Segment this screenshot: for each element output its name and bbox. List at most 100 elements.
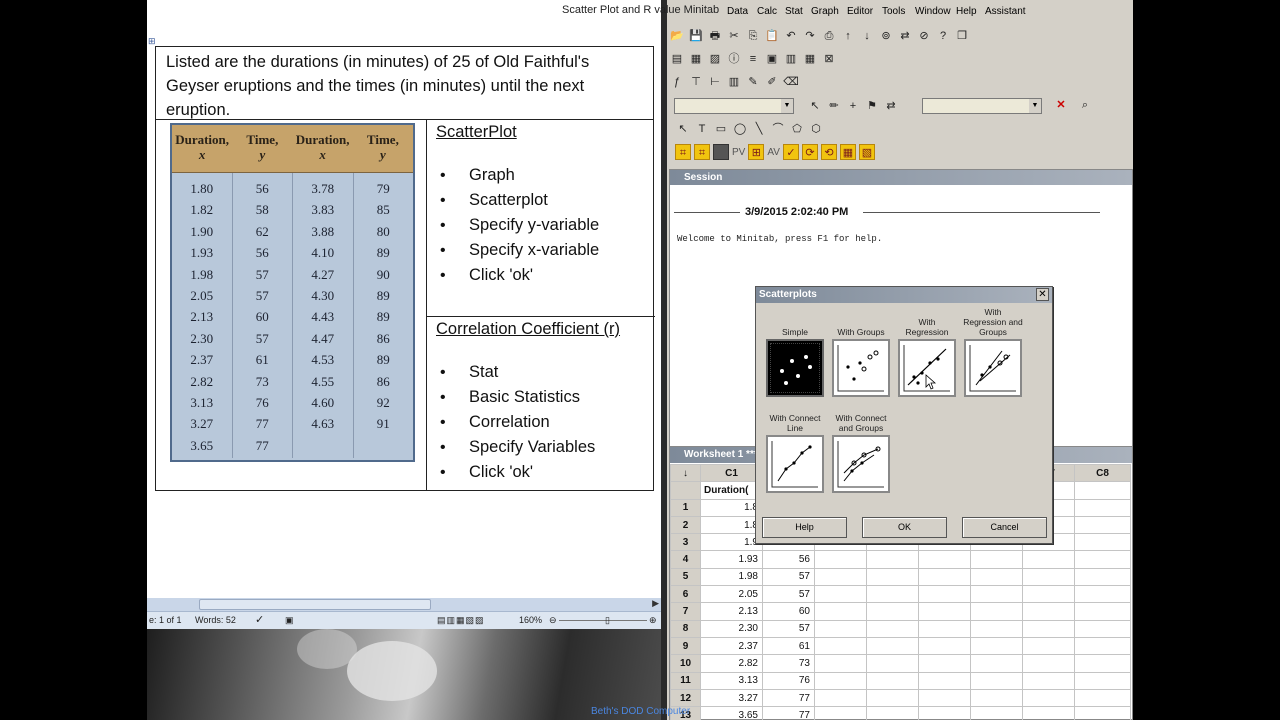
print-icon[interactable]: 🖶 [707,28,723,44]
data-cell[interactable]: 3.13 [700,671,763,690]
report-icon[interactable]: ▣ [764,51,780,67]
insert-column-icon[interactable]: ⊢ [707,74,723,90]
graph-update-icon[interactable]: ⟲ [820,144,837,160]
rectangle-icon[interactable]: ▭ [713,121,729,137]
empty-cell[interactable] [970,585,1023,604]
data-cell[interactable]: 76 [762,671,815,690]
empty-cell[interactable] [1022,585,1075,604]
empty-cell[interactable] [1074,619,1131,638]
data-cell[interactable]: 1.9 [700,533,763,552]
polygon-icon[interactable]: ⬠ [789,121,805,137]
marker-icon[interactable]: ⬡ [808,121,824,137]
binoculars-icon[interactable]: ⊚ [878,28,894,44]
table-icon[interactable]: ▦ [802,51,818,67]
column-header[interactable]: C8 [1074,463,1131,483]
av-label-icon[interactable]: AV [767,147,780,158]
graph-edit-icon[interactable]: ⟳ [801,144,818,160]
empty-cell[interactable] [918,602,971,621]
cancel-icon[interactable]: ⊘ [916,28,932,44]
empty-cell[interactable] [1022,619,1075,638]
option-simple[interactable]: Simple [765,315,825,397]
empty-cell[interactable] [1022,654,1075,673]
groups-scatter-icon[interactable] [832,339,890,397]
text-icon[interactable]: T [694,121,710,137]
empty-cell[interactable] [1074,533,1131,552]
empty-cell[interactable] [970,706,1023,720]
empty-cell[interactable] [814,585,867,604]
crosshair-icon[interactable]: + [845,98,861,114]
empty-cell[interactable] [814,654,867,673]
empty-cell[interactable] [1074,654,1131,673]
empty-cell[interactable] [970,619,1023,638]
empty-cell[interactable] [814,567,867,587]
empty-cell[interactable] [1074,567,1131,587]
empty-cell[interactable] [1022,636,1075,656]
row-number[interactable]: 6 [670,585,701,604]
zoom-in-icon[interactable]: ⊕ [649,612,657,629]
pencil-icon[interactable]: ✏ [826,98,842,114]
check-icon[interactable]: ✓ [782,144,799,160]
line-icon[interactable]: ╲ [751,121,767,137]
data-cell[interactable]: 77 [762,706,815,720]
empty-cell[interactable] [866,567,919,587]
swap-icon[interactable]: ⇄ [883,98,899,114]
option-with-groups[interactable]: With Groups [831,315,891,397]
empty-cell[interactable] [814,550,867,569]
data-cell[interactable]: 3.27 [700,688,763,708]
menu-help[interactable]: Help [956,6,977,17]
worksheet-icon[interactable]: ▦ [688,51,704,67]
open-icon[interactable]: 📂 [669,28,685,44]
regression-groups-scatter-icon[interactable] [964,339,1022,397]
empty-cell[interactable] [1074,671,1131,690]
data-cell[interactable]: 57 [762,585,815,604]
empty-cell[interactable] [866,602,919,621]
simple-scatter-icon[interactable] [766,339,824,397]
word-count[interactable]: Words: 52 [195,612,236,629]
regression-scatter-icon[interactable] [898,339,956,397]
empty-cell[interactable] [1022,688,1075,708]
empty-cell[interactable] [814,671,867,690]
pen-icon[interactable]: ✐ [764,74,780,90]
row-number[interactable]: 4 [670,550,701,569]
layout-2-icon[interactable]: ▧ [858,144,875,160]
menu-data[interactable]: Data [727,6,748,17]
data-cell[interactable]: 3.65 [700,706,763,720]
close-icon[interactable]: ✕ [1036,288,1049,301]
empty-cell[interactable] [814,636,867,656]
zoom-level[interactable]: 160% [519,612,542,629]
horizontal-scrollbar[interactable]: ▶ [147,598,661,611]
row-number[interactable]: 2 [670,515,701,535]
ok-button[interactable]: OK [862,517,947,538]
empty-cell[interactable] [1022,550,1075,569]
empty-cell[interactable] [1022,706,1075,720]
empty-cell[interactable] [1022,567,1075,587]
graph-icon[interactable]: ▨ [707,51,723,67]
empty-cell[interactable] [970,636,1023,656]
copy-icon[interactable]: ⎘ [745,28,761,44]
eraser-icon[interactable]: ⌫ [783,74,799,90]
data-cell[interactable]: 61 [762,636,815,656]
empty-cell[interactable] [970,654,1023,673]
session-icon[interactable]: ▤ [669,51,685,67]
menu-window[interactable]: Window [915,6,951,17]
view-buttons-icon[interactable]: ▤▥▦▧▨ [437,612,485,629]
up-arrow-icon[interactable]: ↑ [840,28,856,44]
windows-icon[interactable]: ❐ [954,28,970,44]
empty-cell[interactable] [1074,602,1131,621]
data-cell[interactable]: 2.13 [700,602,763,621]
proofing-check-icon[interactable]: ✓ [255,612,264,629]
empty-cell[interactable] [814,619,867,638]
menu-calc[interactable]: Calc [757,6,777,17]
graph-item-dropdown[interactable]: ▼ [674,98,794,114]
brush-set-icon[interactable]: ⌗ [694,144,710,160]
row-number[interactable]: 10 [670,654,701,673]
save-icon[interactable]: 💾 [688,28,704,44]
row-number[interactable]: 12 [670,688,701,708]
data-cell[interactable]: 2.30 [700,619,763,638]
empty-cell[interactable] [1074,515,1131,535]
empty-cell[interactable] [1074,636,1131,656]
page-indicator[interactable]: e: 1 of 1 [149,612,182,629]
data-cell[interactable]: 77 [762,688,815,708]
pointer-icon[interactable]: ↖ [807,98,823,114]
empty-cell[interactable] [866,636,919,656]
